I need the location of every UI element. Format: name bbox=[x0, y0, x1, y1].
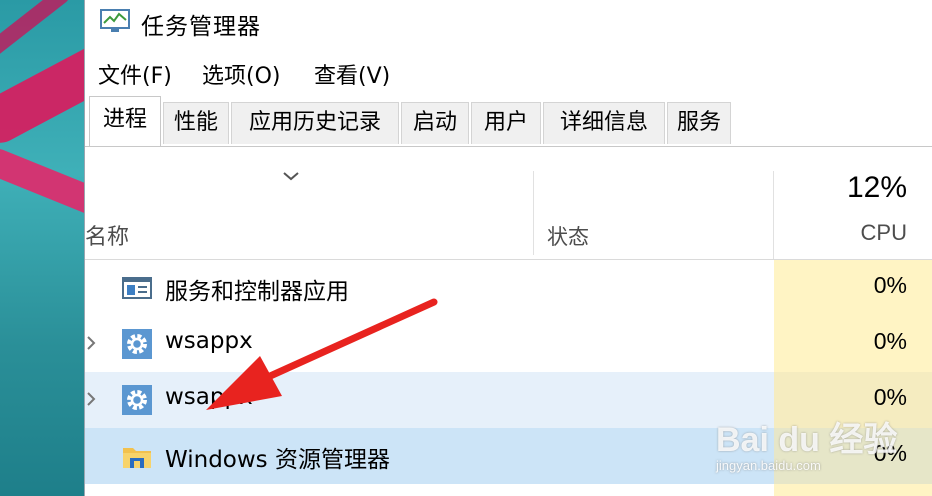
process-row[interactable]: wsappx 0% bbox=[85, 316, 932, 372]
watermark: Bai du 经验 jingyan.baidu.com bbox=[712, 392, 922, 492]
tab-app-history[interactable]: 应用历史记录 bbox=[231, 102, 399, 144]
chevron-right-icon[interactable] bbox=[85, 334, 97, 352]
menu-file[interactable]: 文件(F) bbox=[98, 58, 172, 90]
process-name: 服务和控制器应用 bbox=[165, 279, 349, 305]
column-divider[interactable] bbox=[533, 171, 534, 255]
window-title: 任务管理器 bbox=[141, 14, 261, 40]
process-name: Windows 资源管理器 bbox=[165, 447, 390, 473]
column-status-header[interactable]: 状态 bbox=[547, 221, 589, 251]
cpu-value: 0% bbox=[873, 272, 907, 298]
column-divider[interactable] bbox=[773, 171, 774, 259]
cpu-total-percent[interactable]: 12% bbox=[847, 171, 907, 205]
menu-view[interactable]: 查看(V) bbox=[314, 58, 390, 90]
column-cpu-header[interactable]: CPU bbox=[861, 220, 907, 246]
tab-services[interactable]: 服务 bbox=[667, 102, 731, 144]
tab-users[interactable]: 用户 bbox=[471, 102, 541, 144]
process-name: wsappx bbox=[165, 328, 253, 354]
column-name-header[interactable]: 名称 bbox=[85, 219, 129, 251]
cpu-cell: 0% bbox=[774, 316, 932, 372]
desktop-background bbox=[0, 0, 84, 496]
tab-processes[interactable]: 进程 bbox=[89, 96, 161, 146]
folder-icon bbox=[123, 448, 151, 468]
menu-bar: 文件(F) 选项(O) 查看(V) bbox=[85, 54, 932, 90]
chevron-right-icon[interactable] bbox=[85, 390, 97, 408]
cpu-cell: 0% bbox=[774, 260, 932, 316]
gear-icon bbox=[122, 385, 152, 415]
watermark-logo: Bai du 经验 bbox=[716, 421, 898, 459]
tab-strip: 进程 性能 应用历史记录 启动 用户 详细信息 服务 bbox=[85, 96, 932, 147]
title-bar[interactable]: 任务管理器 bbox=[85, 0, 932, 50]
tab-performance[interactable]: 性能 bbox=[163, 102, 229, 144]
column-header: 名称 状态 12% CPU bbox=[85, 147, 932, 260]
tab-startup[interactable]: 启动 bbox=[401, 102, 469, 144]
chevron-down-icon[interactable] bbox=[281, 169, 301, 183]
process-row[interactable]: 服务和控制器应用 0% bbox=[85, 260, 932, 316]
gear-icon bbox=[122, 329, 152, 359]
cpu-value: 0% bbox=[873, 328, 907, 354]
watermark-url: jingyan.baidu.com bbox=[716, 458, 821, 473]
services-window-icon bbox=[122, 277, 152, 299]
task-manager-icon bbox=[100, 9, 130, 32]
menu-options[interactable]: 选项(O) bbox=[202, 58, 280, 90]
process-name: wsappx bbox=[165, 384, 253, 410]
tab-details[interactable]: 详细信息 bbox=[543, 102, 665, 144]
